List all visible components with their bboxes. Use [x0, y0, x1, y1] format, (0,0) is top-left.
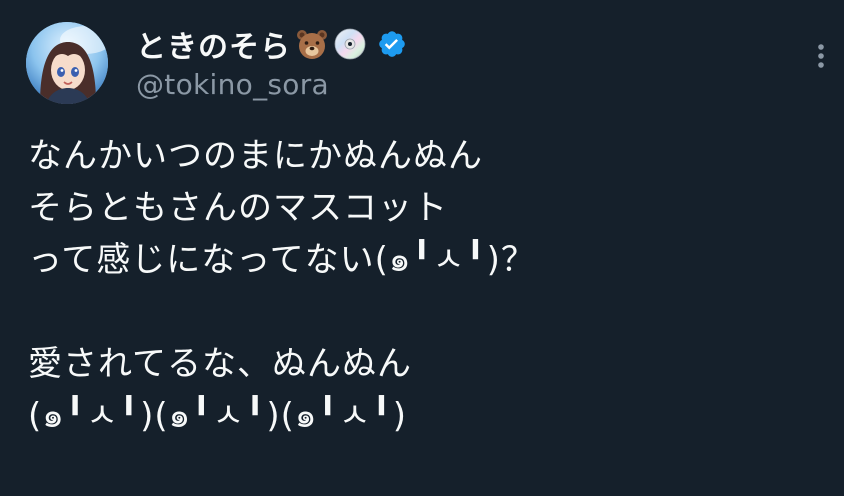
tweet-line: って感じになってない(๑╹ㅅ╹)？: [28, 240, 536, 280]
avatar[interactable]: [26, 22, 108, 104]
tweet-line: なんかいつのまにかぬんぬん: [28, 136, 483, 176]
tweet-line: (๑╹ㅅ╹)(๑╹ㅅ╹)(๑╹ㅅ╹): [28, 396, 407, 436]
user-handle[interactable]: @tokino_sora: [136, 68, 329, 101]
tweet-text: なんかいつのまにかぬんぬん そらともさんのマスコット って感じになってない(๑╹…: [28, 130, 828, 442]
display-name[interactable]: ときのそら: [136, 22, 291, 66]
verified-badge-icon[interactable]: [377, 29, 407, 59]
more-options-button[interactable]: [808, 38, 834, 74]
tweet-line: 愛されてるな、ぬんぬん: [28, 344, 412, 384]
more-vertical-icon: [818, 44, 824, 68]
tweet: ときのそら @tokino_sora なんかいつのまにかぬんぬん そらともさんの…: [0, 0, 844, 496]
bear-emoji-icon: [295, 27, 329, 61]
disc-emoji-icon: [333, 27, 367, 61]
avatar-image: [26, 22, 108, 104]
tweet-line: そらともさんのマスコット: [28, 188, 448, 228]
display-name-row[interactable]: ときのそら: [136, 22, 407, 66]
